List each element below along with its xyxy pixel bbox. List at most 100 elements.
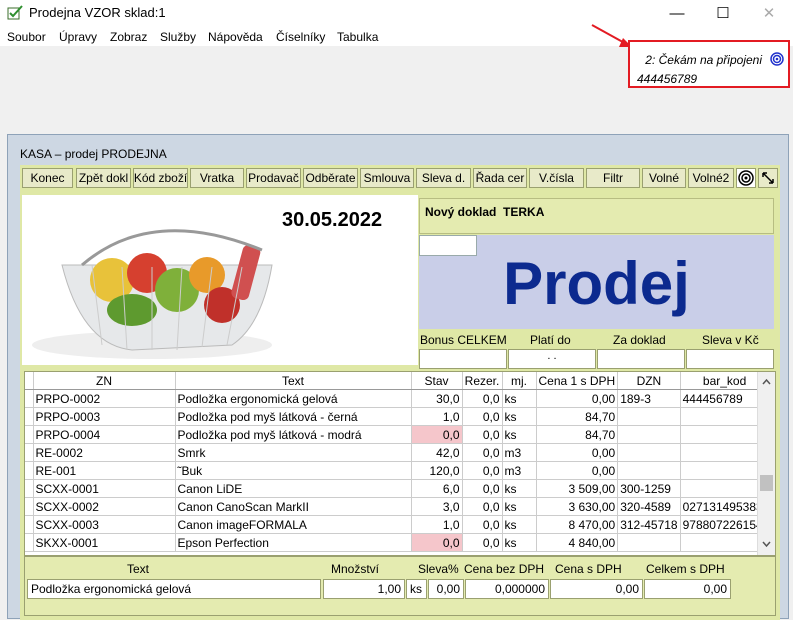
price-ex-vat-field[interactable]: 0,000000 bbox=[465, 579, 549, 599]
prodavac-button[interactable]: Prodavač bbox=[246, 168, 301, 188]
cell-cena: 3 630,00 bbox=[536, 497, 619, 516]
row-indicator-header bbox=[25, 372, 34, 390]
cell-zn: SCXX-0003 bbox=[33, 515, 176, 534]
mnozstvi-label: Množství bbox=[331, 562, 380, 576]
maximize-button[interactable]: ☐ bbox=[700, 0, 746, 26]
cell-bar-kod bbox=[680, 461, 770, 480]
table-row[interactable]: PRPO-0003 Podložka pod myš látková - čern… bbox=[25, 407, 770, 426]
cell-mj: ks bbox=[502, 479, 537, 498]
v-cisla-button[interactable]: V.čísla bbox=[529, 168, 584, 188]
menu-soubor[interactable]: Soubor bbox=[7, 30, 46, 44]
volne2-button[interactable]: Volné2 bbox=[688, 168, 734, 188]
cell-stav: 6,0 bbox=[411, 479, 463, 498]
row-indicator bbox=[25, 479, 34, 498]
cell-mj: ks bbox=[502, 389, 537, 408]
row-indicator bbox=[25, 515, 34, 534]
za-doklad-field[interactable] bbox=[597, 349, 685, 369]
sleva-v-kc-label: Sleva v Kč bbox=[702, 333, 759, 347]
target-icon bbox=[770, 52, 784, 66]
cell-bar-kod bbox=[680, 443, 770, 462]
cena-s-dph-label: Cena s DPH bbox=[555, 562, 622, 576]
cell-mj: m3 bbox=[502, 461, 537, 480]
menu-sluzby[interactable]: Služby bbox=[160, 30, 196, 44]
document-label: Nový doklad TERKA bbox=[425, 205, 545, 219]
kasa-title: KASA – prodej PRODEJNA bbox=[20, 147, 167, 161]
zpet-dokl-button[interactable]: Zpět dokl bbox=[76, 168, 131, 188]
product-grid[interactable]: ZN Text Stav Rezer. mj. Cena 1 s DPH DZN… bbox=[24, 371, 776, 556]
app-icon bbox=[7, 5, 23, 20]
cell-zn: RE-001 bbox=[33, 461, 176, 480]
column-mj[interactable]: mj. bbox=[502, 372, 537, 390]
cell-zn: PRPO-0003 bbox=[33, 407, 176, 426]
cell-cena: 3 509,00 bbox=[536, 479, 619, 498]
plati-do-field[interactable]: . . bbox=[508, 349, 596, 369]
cell-bar-kod: 027131495383 bbox=[680, 497, 770, 516]
price-inc-vat-field[interactable]: 0,00 bbox=[550, 579, 643, 599]
column-stav[interactable]: Stav bbox=[411, 372, 463, 390]
document-panel: Nový doklad TERKA bbox=[419, 198, 774, 234]
kod-zbozi-button[interactable]: Kód zboží bbox=[133, 168, 188, 188]
cell-rezer: 0,0 bbox=[462, 479, 503, 498]
minimize-button[interactable]: — bbox=[654, 0, 700, 26]
connection-status-text: 2: Čekám na připojeni bbox=[645, 53, 762, 67]
cell-rezer: 0,0 bbox=[462, 389, 503, 408]
konec-button[interactable]: Konec bbox=[22, 168, 73, 188]
cell-mj: ks bbox=[502, 497, 537, 516]
cell-stav: 1,0 bbox=[411, 515, 463, 534]
cell-dzn: 320-4589 bbox=[617, 497, 681, 516]
sleva-d-button[interactable]: Sleva d. bbox=[416, 168, 471, 188]
cell-bar-kod bbox=[680, 407, 770, 426]
row-indicator bbox=[25, 389, 34, 408]
filtr-button[interactable]: Filtr bbox=[586, 168, 640, 188]
row-indicator bbox=[25, 407, 34, 426]
table-row[interactable]: PRPO-0002 Podložka ergonomická gelová 30,0… bbox=[25, 389, 770, 408]
target-button[interactable] bbox=[736, 168, 756, 188]
column-zn[interactable]: ZN bbox=[33, 372, 176, 390]
table-row[interactable]: RE-0002 Smrk 42,0 0,0 m3 0,00 bbox=[25, 443, 770, 462]
cell-cena: 0,00 bbox=[536, 389, 619, 408]
smlouva-button[interactable]: Smlouva bbox=[360, 168, 414, 188]
cell-stav: 0,0 bbox=[411, 533, 463, 552]
volne-button[interactable]: Volné bbox=[642, 168, 686, 188]
cell-dzn bbox=[617, 407, 681, 426]
close-button[interactable]: ✕ bbox=[746, 0, 792, 26]
line-item-panel: Text Množství Sleva% Cena bez DPH Cena s… bbox=[24, 556, 776, 616]
menu-napoveda[interactable]: Nápověda bbox=[208, 30, 263, 44]
cell-text: ˜Buk bbox=[175, 461, 412, 480]
cell-bar-kod: 444456789 bbox=[680, 389, 770, 408]
document-date: 30.05.2022 bbox=[282, 209, 383, 231]
celkem-s-dph-label: Celkem s DPH bbox=[646, 562, 725, 576]
column-text[interactable]: Text bbox=[175, 372, 412, 390]
table-row[interactable]: SCXX-0001 Canon LiDE 6,0 0,0 ks 3 509,00 300-1… bbox=[25, 479, 770, 498]
cell-cena: 4 840,00 bbox=[536, 533, 619, 552]
bonus-celkem-field[interactable] bbox=[419, 349, 507, 369]
table-row[interactable]: SKXX-0001 Epson Perfection 0,0 0,0 ks 4 840,0… bbox=[25, 533, 770, 552]
menu-zobraz[interactable]: Zobraz bbox=[110, 30, 147, 44]
discount-field[interactable]: 0,00 bbox=[428, 579, 464, 599]
item-text-field[interactable]: Podložka ergonomická gelová bbox=[27, 579, 321, 599]
cell-stav: 30,0 bbox=[411, 389, 463, 408]
menu-ciselniky[interactable]: Číselníky bbox=[276, 30, 325, 44]
menu-upravy[interactable]: Úpravy bbox=[59, 30, 97, 44]
column-dzn[interactable]: DZN bbox=[617, 372, 681, 390]
column-bar-kod[interactable]: bar_kod bbox=[680, 372, 770, 390]
table-row[interactable]: PRPO-0004 Podložka pod myš látková - modr… bbox=[25, 425, 770, 444]
quantity-field[interactable]: 1,00 bbox=[323, 579, 405, 599]
cell-text: Canon LiDE bbox=[175, 479, 412, 498]
sleva-v-kc-field[interactable] bbox=[686, 349, 774, 369]
cell-mj: m3 bbox=[502, 443, 537, 462]
cell-zn: SCXX-0001 bbox=[33, 479, 176, 498]
table-row[interactable]: SCXX-0003 Canon imageFORMALA 1,0 0,0 ks 8 470… bbox=[25, 515, 770, 534]
rada-cen-button[interactable]: Řada cer bbox=[473, 168, 527, 188]
cell-zn: PRPO-0002 bbox=[33, 389, 176, 408]
vratka-button[interactable]: Vratka bbox=[190, 168, 244, 188]
grid-scrollbar[interactable] bbox=[757, 372, 775, 555]
table-row[interactable]: SCXX-0002 Canon CanoScan MarkII 3,0 0,0 ks 3 … bbox=[25, 497, 770, 516]
odberatel-button[interactable]: Odběrate bbox=[303, 168, 358, 188]
resize-button[interactable] bbox=[758, 168, 778, 188]
total-inc-vat-field: 0,00 bbox=[644, 579, 731, 599]
column-rezer[interactable]: Rezer. bbox=[462, 372, 503, 390]
menu-tabulka[interactable]: Tabulka bbox=[337, 30, 378, 44]
column-cena[interactable]: Cena 1 s DPH bbox=[536, 372, 619, 390]
table-row[interactable]: RE-001 ˜Buk 120,0 0,0 m3 0,00 bbox=[25, 461, 770, 480]
